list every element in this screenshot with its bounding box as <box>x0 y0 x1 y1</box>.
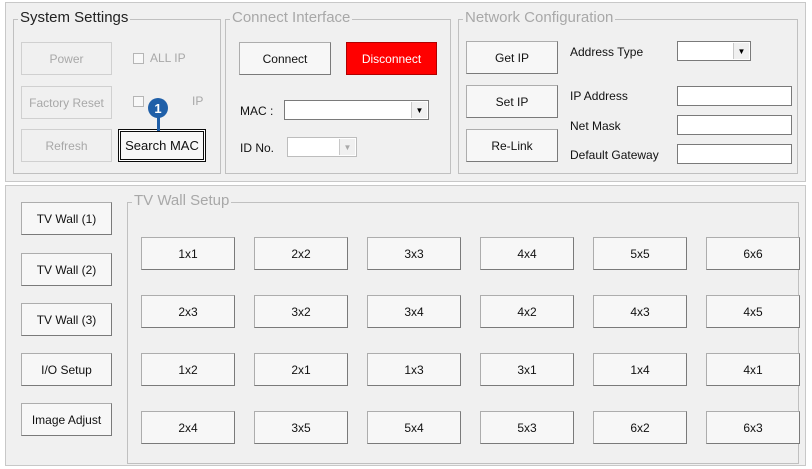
layout-button-1x4[interactable]: 1x4 <box>593 353 687 386</box>
layout-button-4x2[interactable]: 4x2 <box>480 295 574 328</box>
layout-button-5x5[interactable]: 5x5 <box>593 237 687 270</box>
chevron-down-icon[interactable]: ▼ <box>339 139 355 155</box>
image-adjust-button[interactable]: Image Adjust <box>21 403 112 436</box>
io-setup-button[interactable]: I/O Setup <box>21 353 112 386</box>
chevron-down-icon[interactable]: ▼ <box>733 43 749 59</box>
layout-button-2x4[interactable]: 2x4 <box>141 411 235 444</box>
layout-button-2x2[interactable]: 2x2 <box>254 237 348 270</box>
ip-address-input[interactable] <box>677 86 792 106</box>
relink-button[interactable]: Re-Link <box>466 129 558 162</box>
chevron-down-icon[interactable]: ▼ <box>411 102 427 118</box>
power-button[interactable]: Power <box>21 42 112 75</box>
layout-button-6x2[interactable]: 6x2 <box>593 411 687 444</box>
all-ip-label: ALL IP <box>150 51 186 65</box>
mac-select[interactable]: ▼ <box>284 100 429 120</box>
default-gateway-input[interactable] <box>677 144 792 164</box>
layout-button-5x3[interactable]: 5x3 <box>480 411 574 444</box>
layout-button-1x2[interactable]: 1x2 <box>141 353 235 386</box>
refresh-button[interactable]: Refresh <box>21 129 112 162</box>
tv-wall-1-button[interactable]: TV Wall (1) <box>21 202 112 235</box>
layout-button-3x5[interactable]: 3x5 <box>254 411 348 444</box>
layout-button-3x2[interactable]: 3x2 <box>254 295 348 328</box>
network-configuration-title: Network Configuration <box>463 9 616 26</box>
system-settings-title: System Settings <box>18 9 131 26</box>
layout-button-4x1[interactable]: 4x1 <box>706 353 800 386</box>
net-mask-input[interactable] <box>677 115 792 135</box>
ip-address-label: IP Address <box>570 89 628 103</box>
get-ip-button[interactable]: Get IP <box>466 41 558 74</box>
layout-button-2x3[interactable]: 2x3 <box>141 295 235 328</box>
default-gateway-label: Default Gateway <box>570 148 659 162</box>
ip-label: IP <box>192 94 204 108</box>
layout-button-6x3[interactable]: 6x3 <box>706 411 800 444</box>
layout-button-1x3[interactable]: 1x3 <box>367 353 461 386</box>
mac-label: MAC : <box>240 104 274 118</box>
layout-button-1x1[interactable]: 1x1 <box>141 237 235 270</box>
factory-reset-button[interactable]: Factory Reset <box>21 86 112 119</box>
layout-button-4x4[interactable]: 4x4 <box>480 237 574 270</box>
search-mac-button[interactable]: Search MAC <box>118 129 206 162</box>
layout-button-4x5[interactable]: 4x5 <box>706 295 800 328</box>
connect-button[interactable]: Connect <box>239 42 331 75</box>
layout-button-3x4[interactable]: 3x4 <box>367 295 461 328</box>
disconnect-button[interactable]: Disconnect <box>346 42 437 75</box>
all-ip-checkbox[interactable] <box>133 53 144 64</box>
set-ip-button[interactable]: Set IP <box>466 85 558 118</box>
layout-button-2x1[interactable]: 2x1 <box>254 353 348 386</box>
layout-button-3x1[interactable]: 3x1 <box>480 353 574 386</box>
ip-checkbox[interactable] <box>133 96 144 107</box>
connect-interface-title: Connect Interface <box>230 9 353 26</box>
address-type-label: Address Type <box>570 45 644 59</box>
tv-wall-2-button[interactable]: TV Wall (2) <box>21 253 112 286</box>
address-type-select[interactable]: ▼ <box>677 41 751 61</box>
layout-button-4x3[interactable]: 4x3 <box>593 295 687 328</box>
layout-button-6x6[interactable]: 6x6 <box>706 237 800 270</box>
callout-number-badge: 1 <box>148 98 168 118</box>
layout-button-5x4[interactable]: 5x4 <box>367 411 461 444</box>
tv-wall-3-button[interactable]: TV Wall (3) <box>21 303 112 336</box>
id-no-select[interactable]: ▼ <box>287 137 357 157</box>
tv-wall-setup-title: TV Wall Setup <box>132 192 232 209</box>
layout-button-3x3[interactable]: 3x3 <box>367 237 461 270</box>
id-no-label: ID No. <box>240 141 275 155</box>
net-mask-label: Net Mask <box>570 119 621 133</box>
